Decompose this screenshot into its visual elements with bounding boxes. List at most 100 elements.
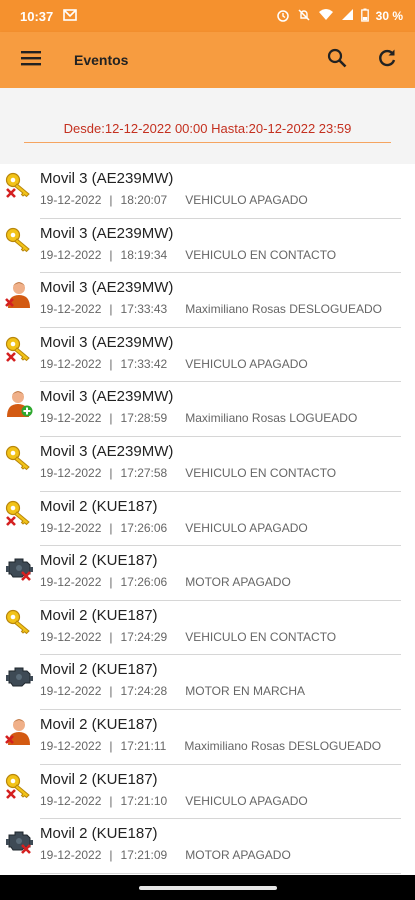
separator: |: [109, 193, 113, 207]
engine-icon: [4, 661, 34, 691]
event-row[interactable]: Movil 2 (KUE187) 19-12-2022 | 17:21:11 Maxim…: [0, 710, 415, 765]
event-description: Maximiliano Rosas DESLOGUEADO: [185, 302, 382, 317]
event-row[interactable]: Movil 2 (KUE187) 19-12-2022 | 17:21:10 VEHIC…: [0, 765, 415, 820]
event-meta: 19-12-2022 | 17:33:43 Maximiliano Rosas DES…: [40, 302, 405, 316]
event-vehicle: Movil 3 (AE239MW): [40, 442, 174, 460]
event-description: VEHICULO EN CONTACTO: [185, 629, 337, 644]
event-row[interactable]: Movil 2 (KUE187) 19-12-2022 | 17:24:28 MOTOR…: [0, 655, 415, 710]
event-date: 19-12-2022: [40, 247, 102, 262]
app-bar: Eventos: [0, 32, 415, 88]
event-description: VEHICULO APAGADO: [185, 520, 308, 535]
event-description: MOTOR APAGADO: [185, 848, 291, 863]
search-icon: [327, 48, 347, 73]
event-meta: 19-12-2022 | 17:24:29 VEHICULO EN CONTACTO: [40, 630, 405, 644]
navigation-bar: [0, 875, 415, 900]
event-vehicle: Movil 2 (KUE187): [40, 552, 158, 570]
event-list: Movil 3 (AE239MW) 19-12-2022 | 18:20:07 VEHI…: [0, 164, 415, 874]
event-vehicle: Movil 3 (AE239MW): [40, 388, 174, 406]
event-row[interactable]: Movil 2 (KUE187) 19-12-2022 | 17:21:09 MOTOR…: [0, 819, 415, 874]
event-time: 17:26:06: [120, 520, 168, 535]
event-description: VEHICULO APAGADO: [185, 793, 308, 808]
battery-level: 30 %: [375, 9, 403, 23]
separator: |: [109, 629, 113, 644]
home-handle[interactable]: [138, 885, 277, 890]
event-date: 19-12-2022: [40, 629, 102, 644]
key-off-icon: [4, 334, 34, 364]
event-vehicle: Movil 2 (KUE187): [40, 497, 158, 515]
event-date: 19-12-2022: [40, 302, 102, 317]
event-date: 19-12-2022: [40, 520, 102, 535]
separator: |: [109, 684, 113, 699]
event-time: 18:19:34: [120, 247, 168, 262]
event-vehicle: Movil 2 (KUE187): [40, 825, 158, 843]
refresh-button[interactable]: [373, 46, 401, 74]
wifi-icon: [318, 8, 334, 24]
event-meta: 19-12-2022 | 17:24:28 MOTOR EN MARCHA: [40, 684, 405, 698]
mail-icon: [63, 8, 78, 24]
refresh-icon: [377, 48, 397, 73]
engine-off-icon: [4, 825, 34, 855]
event-time: 17:21:10: [120, 793, 168, 808]
event-meta: 19-12-2022 | 17:21:09 MOTOR APAGADO: [40, 848, 405, 862]
event-description: VEHICULO EN CONTACTO: [185, 247, 337, 262]
event-row[interactable]: Movil 3 (AE239MW) 19-12-2022 | 18:19:34 VEHI…: [0, 219, 415, 274]
date-range-filter[interactable]: Desde:12-12-2022 00:00 Hasta:20-12-2022 …: [24, 118, 391, 143]
engine-off-icon: [4, 552, 34, 582]
event-description: MOTOR APAGADO: [185, 575, 291, 590]
user-login-icon: [4, 388, 34, 418]
separator: |: [109, 738, 113, 753]
search-button[interactable]: [323, 46, 351, 74]
battery-icon: [360, 8, 369, 25]
menu-icon: [21, 50, 41, 71]
alarm-icon: [276, 8, 290, 25]
event-description: Maximiliano Rosas LOGUEADO: [185, 411, 358, 426]
event-meta: 19-12-2022 | 17:27:58 VEHICULO EN CONTACTO: [40, 466, 405, 480]
event-vehicle: Movil 2 (KUE187): [40, 715, 158, 733]
event-row[interactable]: Movil 3 (AE239MW) 19-12-2022 | 17:27:58 VEHI…: [0, 437, 415, 492]
event-row[interactable]: Movil 3 (AE239MW) 19-12-2022 | 17:28:59 Maxi…: [0, 382, 415, 437]
event-time: 17:21:09: [120, 848, 168, 863]
event-vehicle: Movil 2 (KUE187): [40, 606, 158, 624]
event-date: 19-12-2022: [40, 684, 102, 699]
event-vehicle: Movil 3 (AE239MW): [40, 333, 174, 351]
event-meta: 19-12-2022 | 18:20:07 VEHICULO APAGADO: [40, 193, 405, 207]
event-time: 17:26:06: [120, 575, 168, 590]
signal-icon: [341, 8, 354, 24]
mute-icon: [297, 8, 311, 25]
event-description: MOTOR EN MARCHA: [185, 684, 306, 699]
event-row[interactable]: Movil 2 (KUE187) 19-12-2022 | 17:24:29 VEHIC…: [0, 601, 415, 656]
event-vehicle: Movil 2 (KUE187): [40, 770, 158, 788]
key-icon: [4, 607, 34, 637]
event-row[interactable]: Movil 3 (AE239MW) 19-12-2022 | 17:33:43 Maxi…: [0, 273, 415, 328]
event-time: 17:24:29: [120, 629, 168, 644]
event-meta: 19-12-2022 | 17:26:06 MOTOR APAGADO: [40, 575, 405, 589]
status-bar: 10:37 30 %: [0, 0, 415, 32]
event-row[interactable]: Movil 3 (AE239MW) 19-12-2022 | 17:33:42 VEHI…: [0, 328, 415, 383]
key-off-icon: [4, 771, 34, 801]
event-row[interactable]: Movil 3 (AE239MW) 19-12-2022 | 18:20:07 VEHI…: [0, 164, 415, 219]
event-row[interactable]: Movil 2 (KUE187) 19-12-2022 | 17:26:06 MOTOR…: [0, 546, 415, 601]
event-time: 17:33:42: [120, 356, 168, 371]
user-logout-icon: [4, 279, 34, 309]
event-meta: 19-12-2022 | 17:21:10 VEHICULO APAGADO: [40, 794, 405, 808]
event-time: 17:24:28: [120, 684, 168, 699]
event-time: 17:27:58: [120, 465, 168, 480]
status-time: 10:37: [20, 8, 54, 24]
event-date: 19-12-2022: [40, 465, 102, 480]
event-vehicle: Movil 2 (KUE187): [40, 661, 158, 679]
event-meta: 19-12-2022 | 17:28:59 Maximiliano Rosas LOG…: [40, 411, 405, 425]
separator: |: [109, 247, 113, 262]
menu-button[interactable]: [16, 45, 46, 75]
event-vehicle: Movil 3 (AE239MW): [40, 279, 174, 297]
event-time: 17:33:43: [120, 302, 168, 317]
separator: |: [109, 848, 113, 863]
event-date: 19-12-2022: [40, 848, 102, 863]
separator: |: [109, 465, 113, 480]
separator: |: [109, 520, 113, 535]
separator: |: [109, 793, 113, 808]
event-vehicle: Movil 3 (AE239MW): [40, 170, 174, 187]
event-row[interactable]: Movil 2 (KUE187) 19-12-2022 | 17:26:06 VEHIC…: [0, 492, 415, 547]
separator: |: [109, 302, 113, 317]
separator: |: [109, 356, 113, 371]
event-meta: 19-12-2022 | 18:19:34 VEHICULO EN CONTACTO: [40, 248, 405, 262]
